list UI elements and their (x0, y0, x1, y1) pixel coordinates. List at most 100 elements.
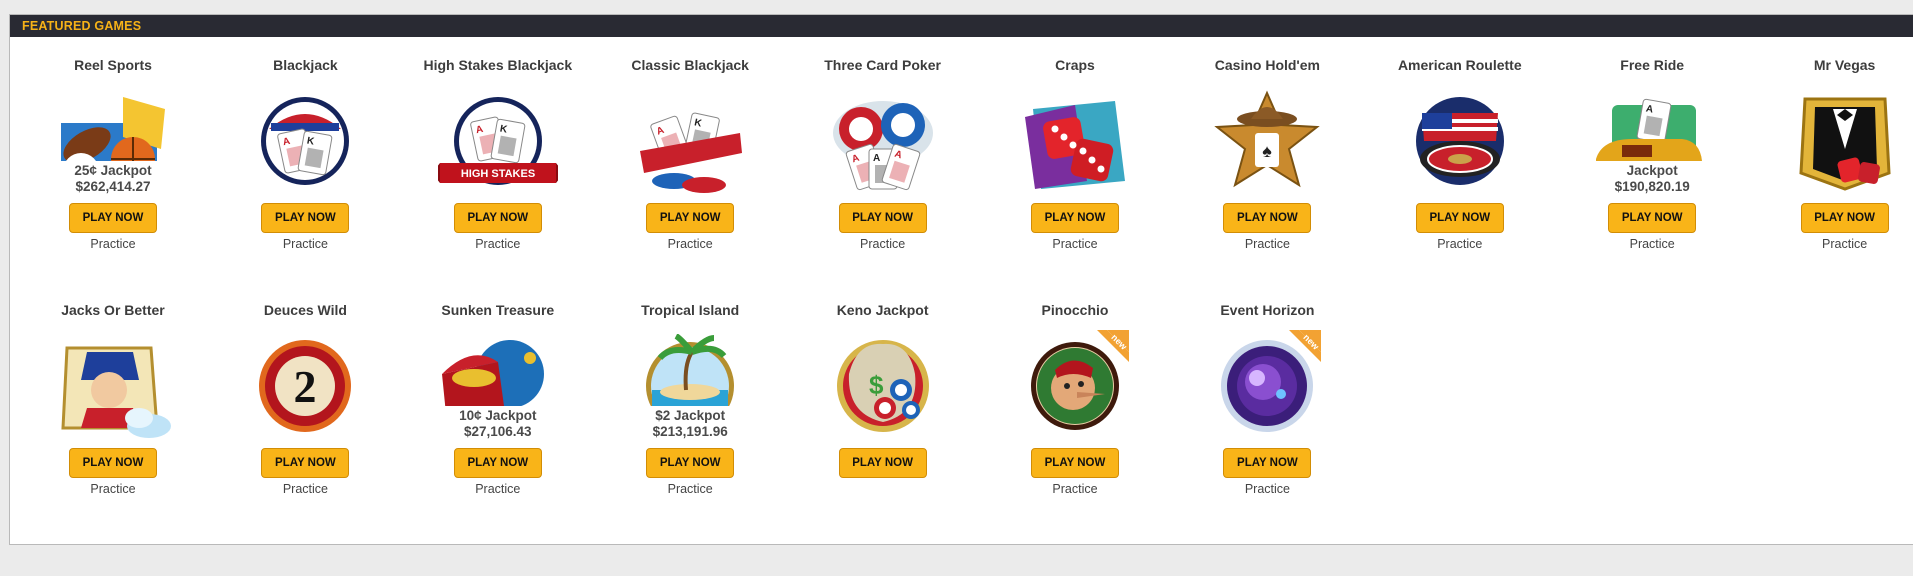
practice-link[interactable]: Practice (1052, 482, 1097, 496)
play-now-button[interactable]: PLAY NOW (453, 203, 542, 233)
practice-link[interactable]: Practice (475, 482, 520, 496)
game-tile: American Roulette PLAY NOW Practice (1380, 49, 1540, 279)
panel-title: FEATURED GAMES (22, 19, 142, 33)
jackpot-amount: 10¢ Jackpot $27,106.43 (437, 406, 558, 440)
game-title: Blackjack (273, 57, 338, 73)
play-now-button[interactable]: PLAY NOW (646, 448, 735, 478)
play-now-button[interactable]: PLAY NOW (1223, 203, 1312, 233)
practice-link[interactable]: Practice (90, 237, 135, 251)
play-now-button[interactable]: PLAY NOW (1031, 448, 1119, 478)
svg-text:A: A (873, 153, 880, 164)
american-roulette-icon[interactable] (1400, 89, 1520, 199)
game-tile: High Stakes Blackjack A K HIGH STAKES PLA… (418, 49, 578, 279)
play-now-button[interactable]: PLAY NOW (1223, 448, 1312, 478)
play-now-button[interactable]: PLAY NOW (69, 448, 157, 478)
play-now-button[interactable]: PLAY NOW (1415, 203, 1504, 233)
game-tile: Craps PLAY NOW Practice (995, 49, 1155, 279)
jacks-or-better-icon[interactable] (53, 334, 173, 444)
jackpot-value: $262,414.27 (75, 179, 151, 194)
game-tile: Jacks Or Better PLAY NOW Practice (33, 294, 193, 524)
pinocchio-icon[interactable]: new (1015, 330, 1135, 444)
practice-link[interactable]: Practice (1052, 237, 1097, 251)
high-stakes-blackjack-icon[interactable]: A K HIGH STAKES (437, 89, 558, 199)
svg-text:♠: ♠ (1263, 141, 1273, 161)
play-now-button[interactable]: PLAY NOW (838, 448, 927, 478)
three-card-poker-icon[interactable]: A A A (823, 89, 943, 199)
free-ride-car-icon[interactable]: A Jackpot $190,820.19 (1592, 89, 1713, 199)
practice-link[interactable]: Practice (475, 237, 520, 251)
casino-holdem-star-icon[interactable]: ♠ (1207, 89, 1327, 199)
jackpot-amount: Jackpot $190,820.19 (1592, 161, 1713, 195)
practice-link[interactable]: Practice (283, 482, 328, 496)
jackpot-amount: 25¢ Jackpot $262,414.27 (53, 161, 173, 195)
game-title: Reel Sports (74, 57, 152, 73)
svg-text:2: 2 (294, 361, 317, 412)
sunken-treasure-chest-icon[interactable]: 10¢ Jackpot $27,106.43 (437, 334, 558, 444)
jackpot-value: $213,191.96 (652, 424, 728, 439)
game-title: High Stakes Blackjack (423, 57, 573, 73)
game-tile: Free Ride A Jackpot $190,820.19 PLAY NOW Pr… (1572, 49, 1732, 279)
game-tile: Keno Jackpot $ PLAY NOW (803, 294, 963, 524)
game-title: Jacks Or Better (61, 302, 165, 318)
game-tile: Pinocchio new PLAY NOW Practice (995, 294, 1155, 524)
game-title: Tropical Island (641, 302, 740, 318)
game-title: Sunken Treasure (441, 302, 555, 318)
practice-link[interactable]: Practice (1245, 482, 1290, 496)
game-title: Craps (1055, 57, 1095, 73)
game-tile: Reel Sports 25¢ Jackpot $262,414.27 PLAY N… (33, 49, 193, 279)
play-now-button[interactable]: PLAY NOW (1031, 203, 1119, 233)
play-now-button[interactable]: PLAY NOW (261, 448, 350, 478)
practice-link[interactable]: Practice (1437, 237, 1482, 251)
reel-sports-icon[interactable]: 25¢ Jackpot $262,414.27 (53, 89, 173, 199)
practice-link[interactable]: Practice (668, 237, 713, 251)
play-now-button[interactable]: PLAY NOW (261, 203, 350, 233)
game-tile: Classic Blackjack A K PLAY NOW Practice (610, 49, 770, 279)
jackpot-label: 10¢ Jackpot (459, 408, 537, 423)
practice-link[interactable]: Practice (1822, 237, 1867, 251)
blackjack-icon[interactable]: A K (245, 89, 365, 199)
game-title: Mr Vegas (1813, 57, 1876, 73)
game-tile: Mr Vegas PLAY NOW Practice (1765, 49, 1913, 279)
deuces-wild-icon[interactable]: 2 (245, 334, 365, 444)
games-grid: Reel Sports 25¢ Jackpot $262,414.27 PLAY N… (10, 37, 1913, 546)
game-title: Three Card Poker (824, 57, 941, 73)
practice-link[interactable]: Practice (668, 482, 713, 496)
game-tile: Sunken Treasure 10¢ Jackpot $27,106.43 PLA… (418, 294, 578, 524)
play-now-button[interactable]: PLAY NOW (1800, 203, 1889, 233)
game-title: Keno Jackpot (836, 302, 929, 318)
jackpot-amount: $2 Jackpot $213,191.96 (630, 406, 751, 440)
jackpot-label: 25¢ Jackpot (74, 163, 152, 178)
tropical-island-icon[interactable]: $2 Jackpot $213,191.96 (630, 334, 751, 444)
event-horizon-icon[interactable]: new (1207, 330, 1327, 444)
svg-text:HIGH STAKES: HIGH STAKES (461, 168, 535, 180)
mr-vegas-tuxedo-icon[interactable] (1785, 89, 1905, 199)
game-tile: Event Horizon new PLAY NOW Practice (1187, 294, 1347, 524)
play-now-button[interactable]: PLAY NOW (453, 448, 542, 478)
jackpot-label: $2 Jackpot (655, 408, 726, 423)
game-title: Casino Hold'em (1214, 57, 1320, 73)
craps-dice-icon[interactable] (1015, 89, 1135, 199)
keno-jackpot-icon[interactable]: $ (823, 334, 943, 444)
game-tile: Three Card Poker A A A PLAY NOW Practice (803, 49, 963, 279)
game-tile: Tropical Island $2 Jackpot $213,191.96 PLA… (610, 294, 770, 524)
classic-blackjack-icon[interactable]: A K (630, 89, 750, 199)
practice-link[interactable]: Practice (1245, 237, 1290, 251)
game-tile: Blackjack A K PLAY NOW Practice (225, 49, 385, 279)
game-title: Classic Blackjack (631, 57, 749, 73)
new-badge: new (1289, 330, 1322, 362)
practice-link[interactable]: Practice (860, 237, 905, 251)
game-title: American Roulette (1397, 57, 1522, 73)
practice-link[interactable]: Practice (283, 237, 328, 251)
jackpot-value: $27,106.43 (464, 424, 532, 439)
practice-link[interactable]: Practice (90, 482, 135, 496)
svg-text:$: $ (869, 370, 884, 400)
game-tile: Deuces Wild 2 PLAY NOW Practice (225, 294, 385, 524)
game-title: Free Ride (1620, 57, 1685, 73)
play-now-button[interactable]: PLAY NOW (1608, 203, 1697, 233)
new-badge: new (1097, 330, 1129, 362)
play-now-button[interactable]: PLAY NOW (838, 203, 927, 233)
practice-link[interactable]: Practice (1630, 237, 1675, 251)
jackpot-label: Jackpot (1626, 163, 1678, 178)
play-now-button[interactable]: PLAY NOW (646, 203, 735, 233)
play-now-button[interactable]: PLAY NOW (69, 203, 157, 233)
